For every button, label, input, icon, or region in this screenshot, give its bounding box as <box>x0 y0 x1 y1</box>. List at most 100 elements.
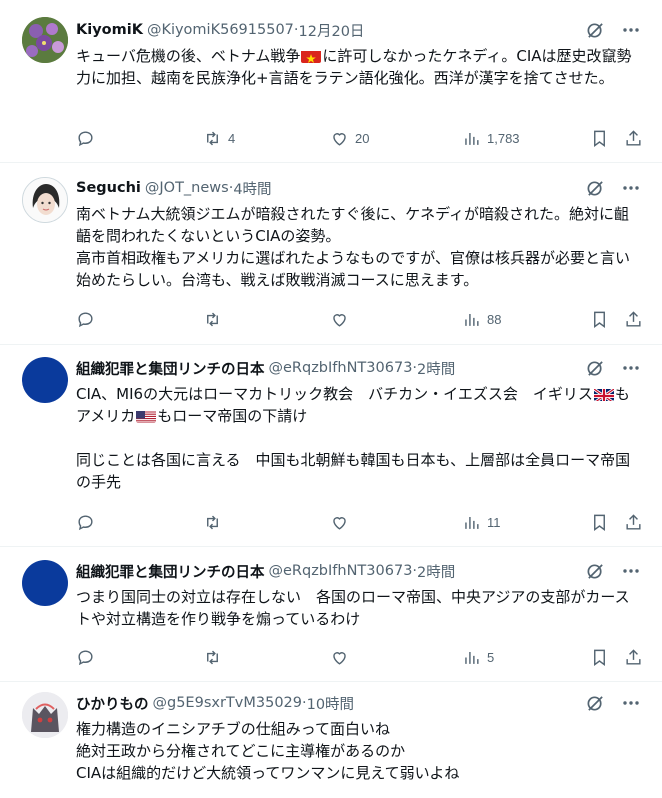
grok-icon[interactable] <box>584 19 606 41</box>
user-handle[interactable]: @g5E9sxrTvM35029 <box>153 695 303 711</box>
action-bar: 5 <box>76 646 642 668</box>
tweet-header: 組織犯罪と集団リンチの日本 @eRqzbIfhNT30673 · 2時間 <box>76 357 582 379</box>
tweet[interactable]: 組織犯罪と集団リンチの日本 @eRqzbIfhNT30673 · 2時間 つまり… <box>0 547 662 682</box>
timestamp[interactable]: 4時間 <box>233 178 271 199</box>
reply-feed: KiyomiK @KiyomiK56915507 · 12月20日 キューバ危機… <box>0 0 662 798</box>
like-button[interactable] <box>330 308 355 330</box>
uk-flag-icon <box>593 387 614 401</box>
tweet[interactable]: KiyomiK @KiyomiK56915507 · 12月20日 キューバ危機… <box>0 0 662 163</box>
bookmark-icon <box>594 514 605 531</box>
avatar[interactable] <box>22 17 68 63</box>
more-options-icon[interactable] <box>620 357 642 379</box>
retweet-button[interactable] <box>203 308 228 330</box>
timestamp[interactable]: 2時間 <box>417 358 455 379</box>
timestamp[interactable]: 12月20日 <box>299 20 365 41</box>
vietnam-flag-icon <box>301 49 322 63</box>
share-button[interactable] <box>624 308 643 330</box>
bookmark-icon <box>594 130 605 147</box>
tweet[interactable]: 組織犯罪と集団リンチの日本 @eRqzbIfhNT30673 · 2時間 CIA… <box>0 345 662 547</box>
grok-icon[interactable] <box>584 560 606 582</box>
views-button[interactable]: 5 <box>462 646 494 668</box>
tweet[interactable]: ひかりもの @g5E9sxrTvM35029 · 10時間 権力構造のイニシアチ… <box>0 682 662 798</box>
retweet-button[interactable] <box>203 646 228 668</box>
retweet-icon <box>207 650 218 664</box>
like-button[interactable] <box>330 511 355 533</box>
bookmark-button[interactable] <box>590 308 609 330</box>
user-handle[interactable]: @eRqzbIfhNT30673 <box>269 360 413 376</box>
grok-icon[interactable] <box>584 692 606 714</box>
view-count: 5 <box>487 649 495 665</box>
retweet-button[interactable] <box>203 511 228 533</box>
like-button[interactable] <box>330 646 355 668</box>
avatar[interactable] <box>22 357 68 403</box>
timestamp[interactable]: 2時間 <box>417 561 455 582</box>
display-name[interactable]: 組織犯罪と集団リンチの日本 <box>76 561 265 582</box>
display-name[interactable]: 組織犯罪と集団リンチの日本 <box>76 358 265 379</box>
reply-icon <box>78 514 93 530</box>
share-button[interactable] <box>624 511 643 533</box>
views-button[interactable]: 88 <box>462 308 501 330</box>
share-button[interactable] <box>624 127 643 149</box>
portrait-avatar-image <box>23 178 67 222</box>
share-icon <box>626 129 641 146</box>
bookmark-button[interactable] <box>590 646 609 668</box>
views-button[interactable]: 11 <box>462 511 501 533</box>
avatar[interactable] <box>22 692 68 738</box>
tweet-header: KiyomiK @KiyomiK56915507 · 12月20日 <box>76 19 582 41</box>
retweet-button[interactable]: 4 <box>203 127 235 149</box>
action-bar: 11 <box>76 511 642 533</box>
tweet-text-part: キューバ危機の後、ベトナム戦争 <box>76 47 301 65</box>
more-options-icon[interactable] <box>620 177 642 199</box>
view-count: 11 <box>487 514 501 530</box>
tweet-text: つまり国同士の対立は存在しない 各国のローマ帝国、中央アジアの支部がカーストや対… <box>76 588 630 628</box>
tweet-header: 組織犯罪と集団リンチの日本 @eRqzbIfhNT30673 · 2時間 <box>76 560 582 582</box>
heart-icon <box>333 132 346 146</box>
user-handle[interactable]: @JOT_news <box>145 180 229 196</box>
tweet-text-part: CIA、MI6の大元はローマカトリック教会 バチカン・イエズス会 イギリス <box>76 385 593 403</box>
share-icon <box>626 648 641 665</box>
tweet-header: Seguchi @JOT_news · 4時間 <box>76 177 582 199</box>
bookmark-button[interactable] <box>590 511 609 533</box>
display-name[interactable]: ひかりもの <box>76 693 149 714</box>
more-options-icon[interactable] <box>620 692 642 714</box>
display-name[interactable]: Seguchi <box>76 180 141 196</box>
views-button[interactable]: 1,783 <box>462 127 520 149</box>
grok-icon[interactable] <box>584 357 606 379</box>
share-icon <box>626 513 641 530</box>
view-count: 88 <box>487 311 502 327</box>
tweet-header: ひかりもの @g5E9sxrTvM35029 · 10時間 <box>76 692 582 714</box>
timestamp[interactable]: 10時間 <box>307 693 354 714</box>
analytics-icon <box>465 651 479 664</box>
analytics-icon <box>465 516 479 529</box>
heart-icon <box>333 651 346 665</box>
bookmark-icon <box>594 649 605 666</box>
more-options-icon[interactable] <box>620 19 642 41</box>
flower-avatar-image <box>22 17 68 63</box>
avatar[interactable] <box>22 177 68 223</box>
reply-button[interactable] <box>76 646 101 668</box>
reply-button[interactable] <box>76 127 101 149</box>
grok-icon[interactable] <box>584 177 606 199</box>
retweet-count: 4 <box>228 130 236 146</box>
bookmark-icon <box>594 311 605 328</box>
avatar[interactable] <box>22 560 68 606</box>
share-button[interactable] <box>624 646 643 668</box>
reply-button[interactable] <box>76 511 101 533</box>
tweet-text: 権力構造のイニシアチブの仕組みって面白いね 絶対王政から分権されてどこに主導権が… <box>76 720 460 782</box>
like-count: 20 <box>355 130 370 146</box>
share-icon <box>626 310 641 327</box>
analytics-icon <box>465 313 479 326</box>
retweet-icon <box>207 312 218 326</box>
reply-button[interactable] <box>76 308 101 330</box>
view-count: 1,783 <box>487 130 520 146</box>
display-name[interactable]: KiyomiK <box>76 22 143 38</box>
bookmark-button[interactable] <box>590 127 609 149</box>
reply-icon <box>78 311 93 327</box>
action-bar: 88 <box>76 308 642 330</box>
user-handle[interactable]: @eRqzbIfhNT30673 <box>269 563 413 579</box>
tweet-text: キューバ危機の後、ベトナム戦争 に許可しなかったケネディ。CIAは歴史改竄勢力に加… <box>76 45 638 89</box>
like-button[interactable]: 20 <box>330 127 369 149</box>
user-handle[interactable]: @KiyomiK56915507 <box>147 22 294 38</box>
more-options-icon[interactable] <box>620 560 642 582</box>
tweet[interactable]: Seguchi @JOT_news · 4時間 南ベトナム大統領ジエムが暗殺され… <box>0 163 662 345</box>
